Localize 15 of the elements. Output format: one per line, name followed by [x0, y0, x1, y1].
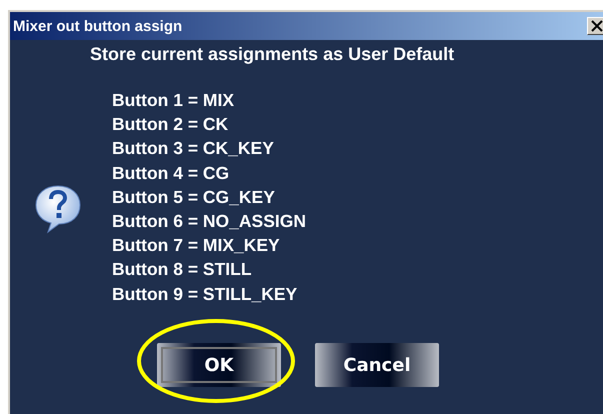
window-title: Mixer out button assign: [13, 18, 184, 34]
assignment-text: Button 8 = STILL: [112, 258, 253, 282]
assignment-text: Button 7 = MIX_KEY: [112, 234, 281, 258]
assignment-text: Button 5 = CG_KEY: [112, 186, 276, 209]
assignment-text: Button 9 = STILL_KEY: [112, 282, 298, 306]
assignment-text: Button 1 = MIX: [112, 89, 236, 112]
cancel-button[interactable]: Cancel: [315, 343, 439, 387]
assignment-text: Button 4 = CG: [112, 162, 230, 185]
dialog-heading: Store current assignments as User Default: [90, 44, 454, 65]
assignment-text: Button 6 = NO_ASSIGN: [112, 210, 306, 234]
close-icon: [591, 20, 603, 32]
close-button[interactable]: [587, 17, 603, 35]
ok-button[interactable]: OK: [157, 343, 281, 387]
assignment-text: Button 3 = CK_KEY: [112, 137, 275, 160]
assignment-text: Button 2 = CK: [112, 113, 230, 136]
